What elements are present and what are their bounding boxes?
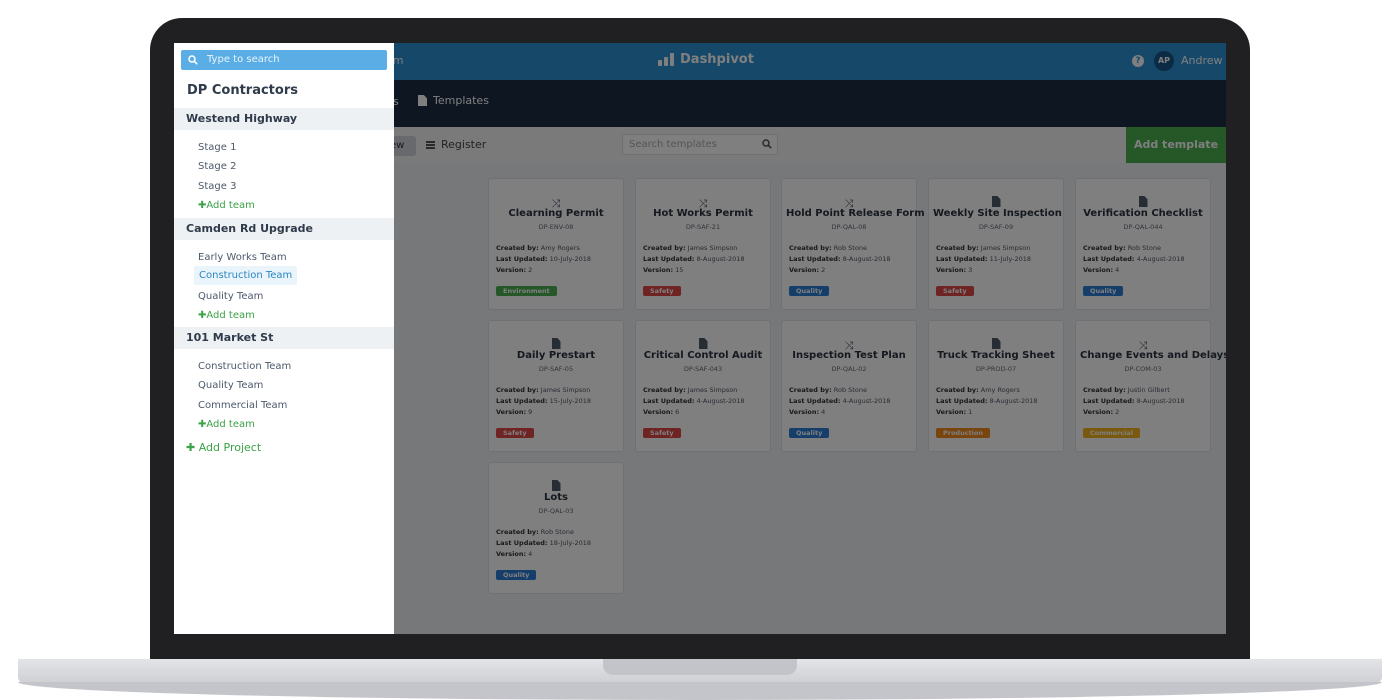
sidebar-team-item[interactable]: Stage 3: [198, 181, 236, 192]
sidebar-search-placeholder: Type to search: [207, 54, 280, 65]
sidebar-team-item[interactable]: Stage 2: [198, 161, 236, 172]
sidebar-team-item[interactable]: Quality Team: [198, 380, 263, 391]
sidebar-team-item[interactable]: Commercial Team: [198, 400, 287, 411]
add-project-label: Add Project: [198, 441, 262, 454]
plus-icon: ✚: [186, 441, 196, 454]
add-team-label: Add team: [206, 419, 255, 430]
add-team-link[interactable]: ✚Add team: [198, 200, 255, 211]
sidebar-team-item[interactable]: Early Works Team: [198, 252, 287, 263]
project-header[interactable]: 101 Market St: [174, 327, 394, 349]
add-team-label: Add team: [206, 310, 255, 321]
sidebar-team-item[interactable]: Quality Team: [198, 291, 263, 302]
search-icon: [188, 55, 198, 65]
sidebar-team-item[interactable]: Stage 1: [198, 142, 236, 153]
laptop-notch: [603, 659, 797, 675]
sidebar-team-item[interactable]: Construction Team: [194, 266, 298, 285]
add-team-link[interactable]: ✚Add team: [198, 419, 255, 430]
laptop-base-shadow: [18, 682, 1382, 700]
sidebar-team-item[interactable]: Construction Team: [198, 361, 291, 372]
project-sidebar: Type to search DP Contractors Westend Hi…: [174, 43, 394, 634]
organisation-title: DP Contractors: [187, 83, 298, 98]
project-header[interactable]: Camden Rd Upgrade: [174, 218, 394, 240]
project-header[interactable]: Westend Highway: [174, 108, 394, 130]
screen: am Dashpivot ? AP Andrew s Templates: [174, 43, 1226, 634]
add-team-link[interactable]: ✚Add team: [198, 310, 255, 321]
sidebar-search-input[interactable]: Type to search: [181, 50, 387, 70]
add-project-link[interactable]: ✚ Add Project: [186, 441, 261, 454]
add-team-label: Add team: [206, 200, 255, 211]
laptop-mockup: am Dashpivot ? AP Andrew s Templates: [0, 0, 1400, 700]
